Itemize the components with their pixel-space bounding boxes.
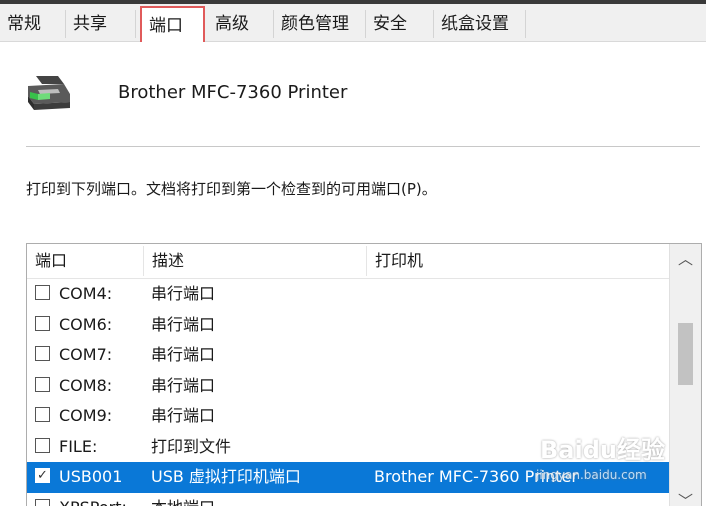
column-header-description[interactable]: 描述 [144,244,367,278]
chevron-up-icon[interactable]: ︿ [670,246,701,272]
tab-sharing[interactable]: 共享 [66,10,136,38]
port-row-com6[interactable]: COM6: 串行端口 [27,310,669,341]
scrollbar-thumb[interactable] [678,323,693,385]
port-name: COM4: [59,279,112,310]
port-description: 串行端口 [151,310,215,341]
port-checkbox[interactable] [35,407,50,422]
port-name: FILE: [59,432,97,463]
port-checkbox[interactable] [35,346,50,361]
tab-strip: 常规 共享 端口 高级 颜色管理 安全 纸盒设置 [0,4,706,42]
port-description: 本地端口 [151,493,215,506]
port-row-com4[interactable]: COM4: 串行端口 [27,279,669,310]
tab-tray-settings[interactable]: 纸盒设置 [434,10,526,38]
printer-name: Brother MFC-7360 Printer [118,82,347,103]
tab-security[interactable]: 安全 [366,10,434,38]
port-row-com9[interactable]: COM9: 串行端口 [27,401,669,432]
watermark-url: jingyan.baidu.com [536,468,647,482]
port-name: COM8: [59,371,112,402]
port-row-com8[interactable]: COM8: 串行端口 [27,371,669,402]
port-checkbox-checked[interactable]: ✓ [35,468,50,483]
port-name: USB001 [59,462,122,493]
chevron-down-icon[interactable]: ﹀ [670,488,701,506]
port-description: 打印到文件 [151,432,231,463]
port-description: 串行端口 [151,279,215,310]
separator [26,146,700,147]
tab-advanced[interactable]: 高级 [208,10,274,38]
watermark-logo-text: Baidu经验 [540,430,665,465]
port-checkbox[interactable] [35,316,50,331]
port-description: 串行端口 [151,401,215,432]
port-description: 串行端口 [151,340,215,371]
column-header-printer[interactable]: 打印机 [367,244,669,278]
column-header-port[interactable]: 端口 [27,244,144,278]
port-checkbox[interactable] [35,377,50,392]
ports-description: 打印到下列端口。文档将打印到第一个检查到的可用端口(P)。 [26,178,437,199]
port-checkbox[interactable] [35,285,50,300]
port-list-header: 端口 描述 打印机 [27,244,669,279]
port-name: COM6: [59,310,112,341]
printer-icon [24,72,74,112]
port-description: 串行端口 [151,371,215,402]
port-name: COM9: [59,401,112,432]
port-name: XPSPort: [59,493,127,506]
port-description: USB 虚拟打印机端口 [151,462,301,493]
port-row-com7[interactable]: COM7: 串行端口 [27,340,669,371]
port-checkbox[interactable] [35,438,50,453]
tab-ports[interactable]: 端口 [140,6,205,42]
tab-general[interactable]: 常规 [0,10,66,38]
port-row-xpsport[interactable]: XPSPort: 本地端口 [27,493,669,506]
tab-color-management[interactable]: 颜色管理 [274,10,366,38]
baidu-watermark: Baidu经验 jingyan.baidu.com [536,430,676,490]
port-name: COM7: [59,340,112,371]
